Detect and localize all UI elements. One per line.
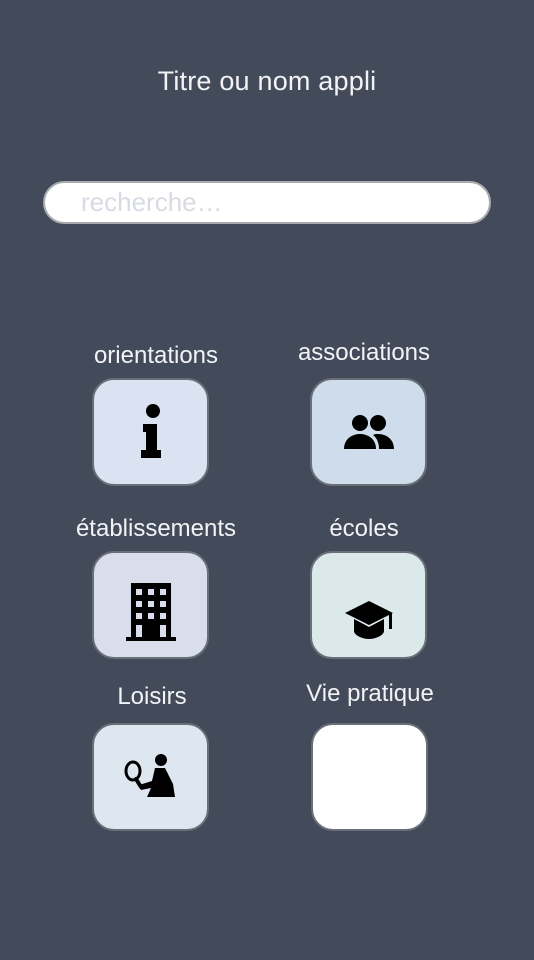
graduation-cap-icon xyxy=(344,601,393,639)
category-tile-associations[interactable] xyxy=(310,378,427,486)
category-label-associations: associations xyxy=(297,339,431,366)
category-tile-loisirs[interactable] xyxy=(92,723,209,831)
people-icon xyxy=(343,415,394,449)
app-title: Titre ou nom appli xyxy=(157,66,377,96)
category-label-loisirs: Loisirs xyxy=(117,683,187,710)
category-tile-orientations[interactable] xyxy=(92,378,209,486)
category-tile-etablissements[interactable] xyxy=(92,551,209,659)
category-label-ecoles: écoles xyxy=(329,515,399,542)
search-bar[interactable] xyxy=(43,181,491,224)
category-tile-ecoles[interactable] xyxy=(310,551,427,659)
tennis-player-icon xyxy=(124,754,175,797)
building-icon xyxy=(125,583,176,641)
category-label-etablissements: établissements xyxy=(75,515,237,542)
category-label-orientations: orientations xyxy=(93,342,219,369)
search-input[interactable] xyxy=(81,183,476,222)
category-label-vie-pratique: Vie pratique xyxy=(306,680,434,707)
category-tile-vie-pratique[interactable] xyxy=(311,723,428,831)
info-icon xyxy=(140,404,161,458)
